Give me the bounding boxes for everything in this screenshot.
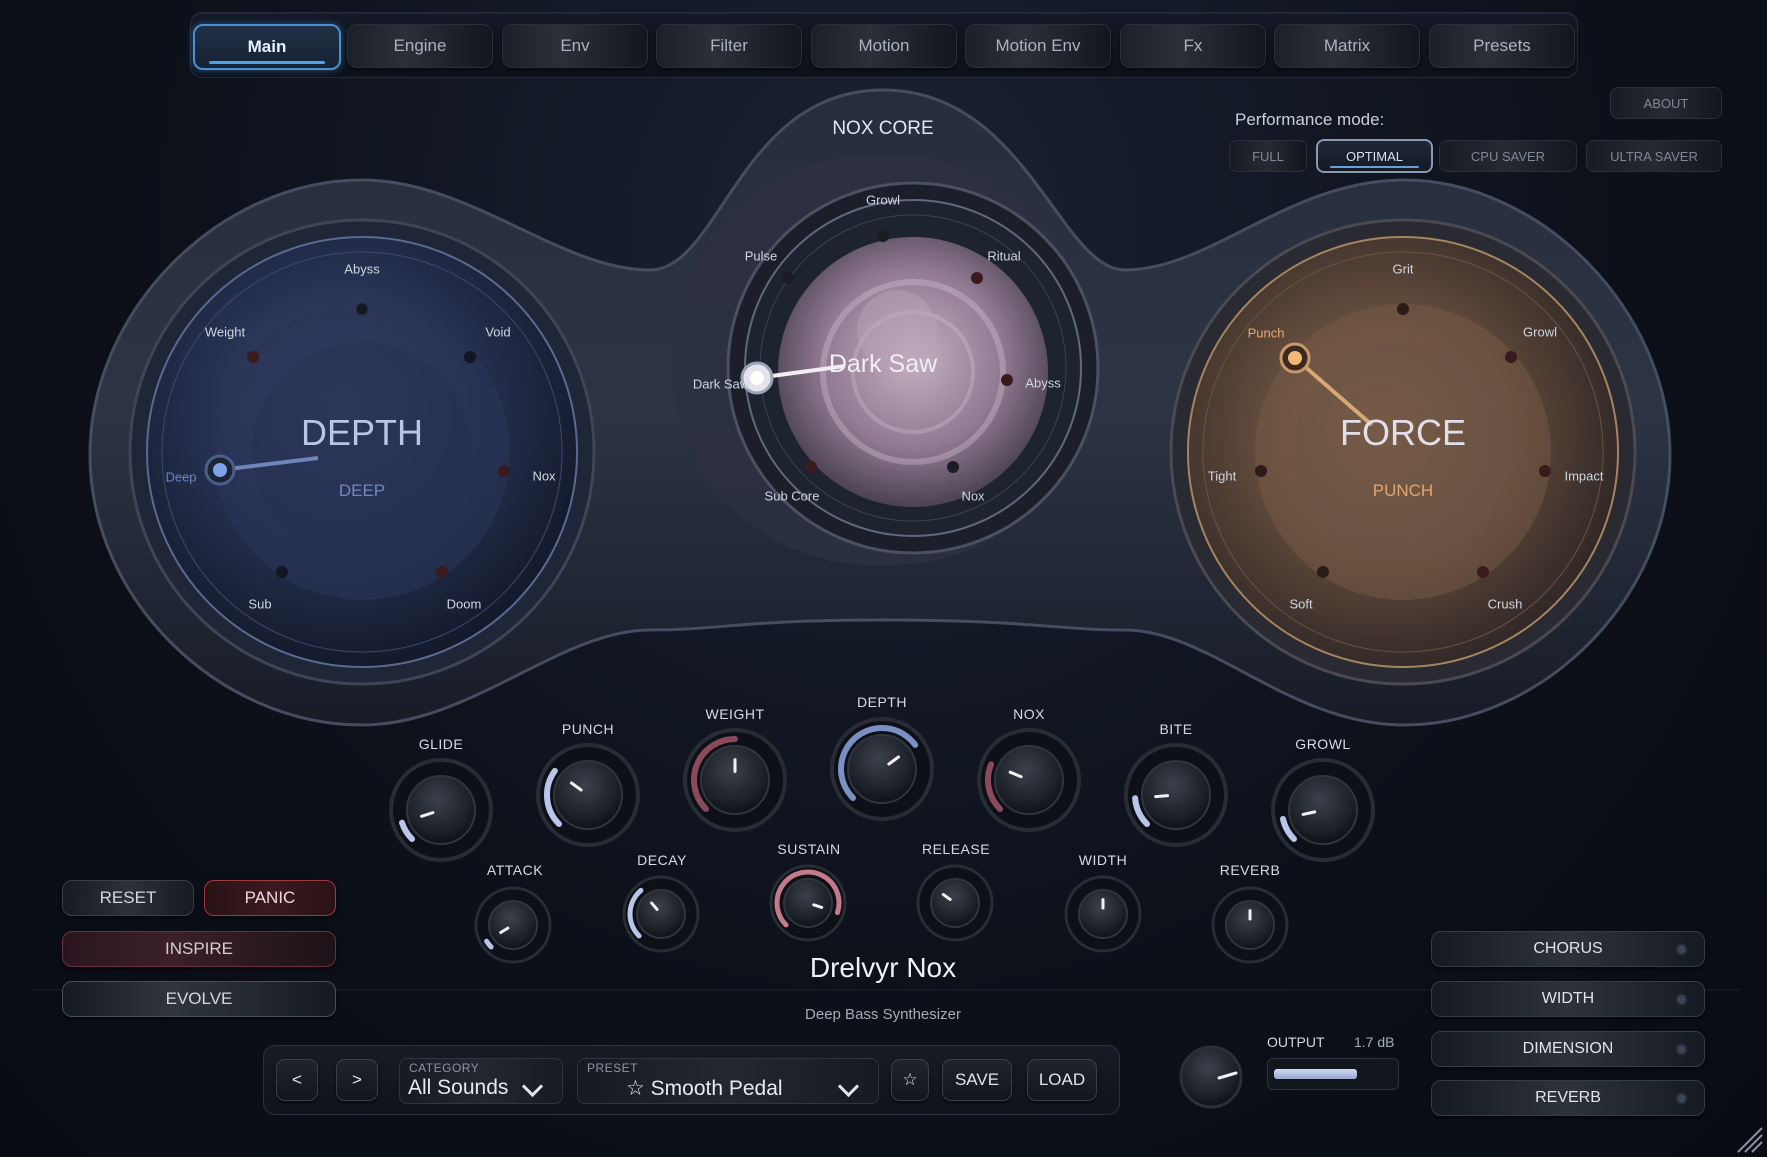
core-pos-pulse[interactable]: Pulse: [745, 249, 778, 264]
knob-attack-label: ATTACK: [486, 862, 544, 878]
force-pos-growl[interactable]: Growl: [1523, 325, 1557, 340]
force-pos-grit[interactable]: Grit: [1393, 262, 1414, 277]
knob-width-label: WIDTH: [1078, 852, 1128, 868]
core-pos-ritual[interactable]: Ritual: [987, 249, 1020, 264]
core-pos-sub-core[interactable]: Sub Core: [765, 489, 820, 504]
output-meter: [1267, 1058, 1399, 1090]
output-label: OUTPUT: [1267, 1034, 1325, 1050]
knob-sustain-cap: [783, 878, 833, 928]
preset-bar: < > CATEGORY All Sounds PRESET ☆ Smooth …: [263, 1045, 1120, 1115]
knob-decay-label: DECAY: [637, 852, 687, 868]
depth-pos-nox[interactable]: Nox: [532, 469, 555, 484]
knob-bite-cap: [1141, 760, 1211, 830]
chevron-down-icon: [837, 1075, 860, 1098]
knob-width-cap: [1078, 889, 1128, 939]
category-caption: CATEGORY: [409, 1061, 480, 1075]
fx-chorus-label: CHORUS: [1533, 940, 1603, 957]
fx-reverb-led: [1675, 1092, 1688, 1105]
core-pos-nox[interactable]: Nox: [961, 489, 984, 504]
fx-dimension-led: [1675, 1043, 1688, 1056]
knob-bite-pointer: [1154, 794, 1170, 799]
knob-reverb[interactable]: [1225, 900, 1275, 950]
evolve-button[interactable]: EVOLVE: [62, 981, 336, 1017]
category-value: All Sounds: [408, 1076, 509, 1099]
output-knob: [1179, 1045, 1243, 1109]
core-pos-abyss[interactable]: Abyss: [1025, 376, 1060, 391]
core-pos-growl[interactable]: Growl: [866, 193, 900, 208]
force-pos-punch[interactable]: Punch: [1248, 326, 1285, 341]
knob-punch-label: PUNCH: [561, 721, 615, 737]
depth-pos-abyss[interactable]: Abyss: [344, 262, 379, 277]
knob-depth-label: DEPTH: [857, 694, 907, 710]
knob-sustain-label: SUSTAIN: [777, 841, 841, 857]
depth-pos-weight[interactable]: Weight: [205, 325, 245, 340]
output-db-readout: 1.7 dB: [1354, 1034, 1395, 1050]
knob-release-cap: [930, 878, 980, 928]
knob-reverb-label: REVERB: [1219, 862, 1281, 878]
knob-width[interactable]: [1078, 889, 1128, 939]
panic-button[interactable]: PANIC: [204, 880, 336, 916]
fx-width-button[interactable]: WIDTH: [1431, 981, 1705, 1017]
load-button[interactable]: LOAD: [1027, 1059, 1097, 1101]
inspire-button[interactable]: INSPIRE: [62, 931, 336, 967]
fx-chorus-button[interactable]: CHORUS: [1431, 931, 1705, 967]
depth-pos-doom[interactable]: Doom: [447, 597, 482, 612]
knob-growl-cap: [1288, 775, 1358, 845]
knob-growl-label: GROWL: [1295, 736, 1351, 752]
knob-weight-cap: [700, 745, 770, 815]
knob-release[interactable]: [930, 878, 980, 928]
category-select[interactable]: CATEGORY All Sounds: [399, 1058, 563, 1104]
resize-handle: [1737, 1127, 1763, 1153]
force-pos-tight[interactable]: Tight: [1208, 469, 1236, 484]
product-subtitle: Deep Bass Synthesizer: [805, 1006, 961, 1023]
preset-caption: PRESET: [587, 1061, 639, 1075]
core-pos-dark-saw[interactable]: Dark Saw: [693, 377, 749, 392]
reset-button[interactable]: RESET: [62, 880, 194, 916]
fx-chorus-led: [1675, 943, 1688, 956]
fx-dimension-button[interactable]: DIMENSION: [1431, 1031, 1705, 1067]
fx-reverb-label: REVERB: [1535, 1089, 1601, 1106]
force-pos-impact[interactable]: Impact: [1564, 469, 1603, 484]
save-button[interactable]: SAVE: [942, 1059, 1012, 1101]
prev-preset-button[interactable]: <: [276, 1059, 318, 1101]
knob-attack-cap: [488, 900, 538, 950]
knob-nox-label: NOX: [1013, 706, 1045, 722]
knob-glide-label: GLIDE: [418, 736, 464, 752]
depth-pos-sub[interactable]: Sub: [248, 597, 271, 612]
knob-nox-cap: [994, 745, 1064, 815]
knob-punch-cap: [553, 760, 623, 830]
depth-pos-void[interactable]: Void: [485, 325, 510, 340]
knob-decay-cap: [636, 889, 686, 939]
fx-width-led: [1675, 993, 1688, 1006]
fx-width-label: WIDTH: [1541, 990, 1595, 1007]
knob-weight-label: WEIGHT: [705, 706, 765, 722]
knob-reverb-cap: [1225, 900, 1275, 950]
knob-glide-cap: [406, 775, 476, 845]
force-pos-crush[interactable]: Crush: [1488, 597, 1523, 612]
bottom-knob-rings: [474, 864, 1289, 964]
next-preset-button[interactable]: >: [336, 1059, 378, 1101]
favorite-star-icon[interactable]: ☆: [891, 1059, 929, 1101]
force-pos-soft[interactable]: Soft: [1289, 597, 1312, 612]
fx-dimension-label: DIMENSION: [1522, 1040, 1614, 1057]
preset-value: ☆ Smooth Pedal: [626, 1077, 783, 1100]
output-meter-fill: [1274, 1069, 1357, 1079]
depth-pos-deep[interactable]: Deep: [165, 470, 196, 485]
knob-depth-cap: [847, 734, 917, 804]
knob-bite-label: BITE: [1159, 721, 1193, 737]
app-window: Main Engine Env Filter Motion Motion Env…: [0, 0, 1767, 1157]
product-name: Drelvyr Nox: [809, 952, 957, 983]
chevron-down-icon: [521, 1075, 544, 1098]
fx-reverb-button[interactable]: REVERB: [1431, 1080, 1705, 1116]
knob-release-label: RELEASE: [921, 841, 991, 857]
preset-select[interactable]: PRESET ☆ Smooth Pedal: [577, 1058, 879, 1104]
